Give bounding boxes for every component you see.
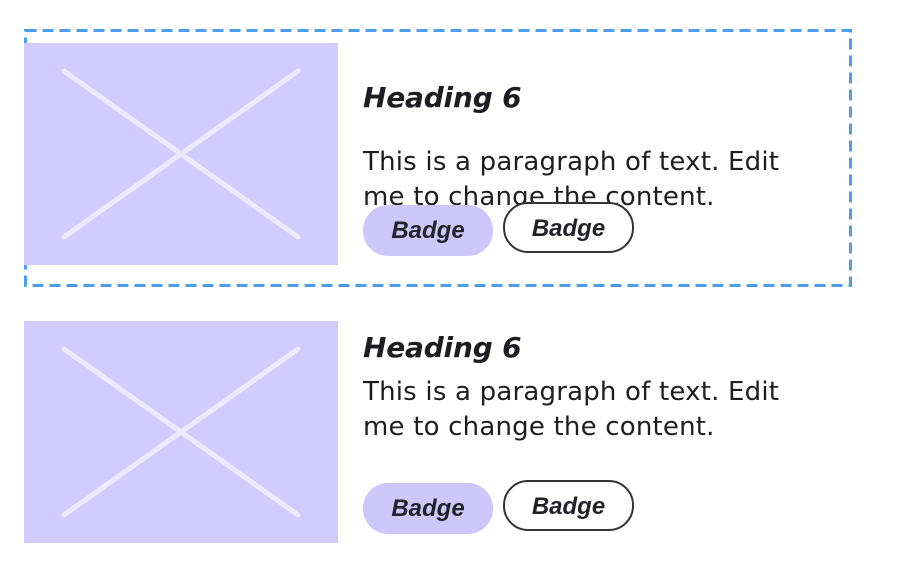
card-heading: Heading 6 xyxy=(363,81,522,114)
filled-badge[interactable]: Badge xyxy=(363,205,493,256)
filled-badge[interactable]: Badge xyxy=(363,483,493,534)
image-placeholder[interactable] xyxy=(24,43,338,265)
card-heading: Heading 6 xyxy=(363,331,522,364)
image-placeholder-icon xyxy=(61,68,301,240)
outline-badge[interactable]: Badge xyxy=(503,202,634,253)
content-card[interactable]: Heading 6 This is a paragraph of text. E… xyxy=(24,321,852,543)
image-placeholder[interactable] xyxy=(24,321,338,543)
outline-badge[interactable]: Badge xyxy=(503,480,634,531)
selected-content-card[interactable]: Heading 6 This is a paragraph of text. E… xyxy=(24,29,852,287)
image-placeholder-icon xyxy=(61,346,301,518)
card-paragraph: This is a paragraph of text. Edit me to … xyxy=(363,377,780,442)
